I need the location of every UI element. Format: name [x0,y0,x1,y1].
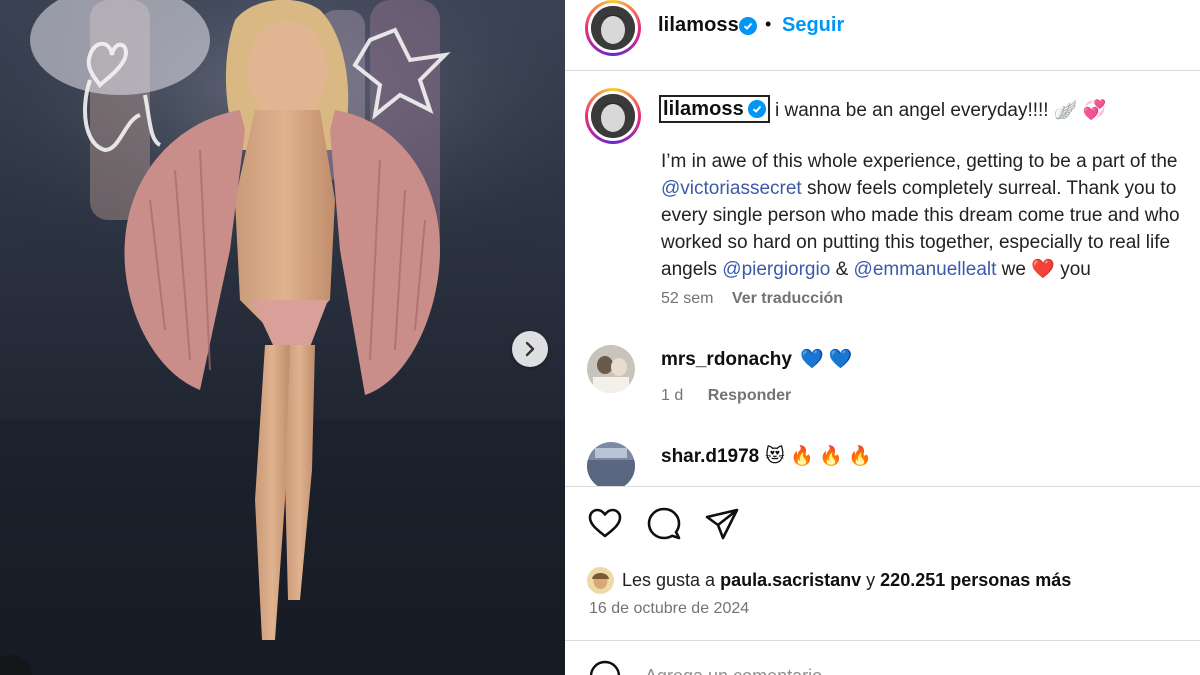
post-header: lilamoss • Seguir [565,0,1200,56]
liker-username[interactable]: paula.sacristanv [720,570,861,590]
comment-item: mrs_rdonachy 💙 💙 1 d Responder [565,345,1200,415]
likes-mid: y [861,569,881,590]
caption-line-5-d: you [1054,259,1091,280]
commenter-username[interactable]: mrs_rdonachy [661,349,792,371]
comments-divider [565,486,1200,487]
see-translation-button[interactable]: Ver traducción [732,290,843,307]
caption-age: 52 sem [661,290,714,307]
caption-line-5: angels @piergiorgio & @emmanuellealt we … [661,256,1200,283]
next-image-button[interactable] [512,331,548,367]
heart-icon[interactable] [586,505,624,543]
comment-input[interactable]: Agrega un comentario... [645,666,837,675]
verified-badge-icon [739,17,757,35]
likes-prefix: Les gusta a [622,569,721,590]
caption-username-box[interactable]: lilamoss [659,95,770,123]
comment-age: 1 d [661,387,684,404]
author-username[interactable]: lilamoss [658,14,739,37]
commenter-avatar-image [587,345,635,393]
post-media[interactable] [0,0,565,675]
caption-first-line: i wanna be an angel everyday!!!! 🪽 💞 [775,100,1107,121]
chevron-right-icon [525,341,535,357]
follow-button[interactable]: Seguir [782,14,844,37]
verified-badge-icon [747,100,766,118]
header-divider [565,70,1200,71]
reply-button[interactable]: Responder [708,387,792,404]
comment-text: 😻 🔥 🔥 🔥 [765,446,872,467]
separator-dot: • [765,14,772,34]
share-icon[interactable] [703,505,741,543]
caption-line-4: worked so hard on putting this together,… [661,232,1171,253]
caption-meta: 52 sem Ver traducción [661,290,843,308]
emoji-icon[interactable] [587,658,623,675]
caption-line-2: @victoriassecret show feels completely s… [661,175,1200,202]
mention-emmanuellealt[interactable]: @emmanuellealt [854,259,997,280]
likes-summary: Les gusta a paula.sacristanv y 220.251 p… [587,566,1071,594]
caption-line-3: every single person who made this dream … [661,205,1180,226]
comment-text: 💙 💙 [800,349,853,370]
liker-avatar-image [587,566,614,594]
action-bar [565,505,1200,545]
caption-line-1: I’m in awe of this whole experience, get… [661,151,1178,172]
commenter-avatar[interactable] [587,442,635,486]
add-comment-bar: Agrega un comentario... [565,640,1200,675]
caption-username[interactable]: lilamoss [663,98,744,121]
caption-line-2-text: show feels completely surreal. Thank you… [801,178,1177,199]
post-side-panel: lilamoss • Seguir lilamoss i wanna be an… [565,0,1200,675]
author-avatar-image [591,6,635,50]
caption-avatar-image [591,94,635,138]
liker-avatar[interactable] [587,566,614,594]
post-date: 16 de octubre de 2024 [589,600,750,617]
caption-line-5-a: angels [661,259,723,280]
comment-meta: 1 d Responder [661,387,791,405]
caption-body: I’m in awe of this whole experience, get… [661,148,1200,283]
commenter-username[interactable]: shar.d1978 [661,446,759,468]
commenter-avatar[interactable] [587,345,635,393]
author-avatar[interactable] [585,0,641,56]
post-photo [0,0,565,675]
likes-text: Les gusta a paula.sacristanv y 220.251 p… [622,570,1071,591]
commenter-avatar-image [587,442,635,486]
mention-victoriassecret[interactable]: @victoriassecret [661,178,802,199]
comment-item: shar.d1978 😻 🔥 🔥 🔥 [565,442,1200,486]
mention-piergiorgio[interactable]: @piergiorgio [722,259,830,280]
likes-count[interactable]: 220.251 personas más [880,570,1071,590]
caption-line-5-b: & [830,259,854,280]
caption-line-5-c: we [996,259,1032,280]
comment-icon[interactable] [645,505,683,543]
caption-avatar[interactable] [585,88,641,144]
heart-emoji: ❤️ [1031,259,1055,280]
